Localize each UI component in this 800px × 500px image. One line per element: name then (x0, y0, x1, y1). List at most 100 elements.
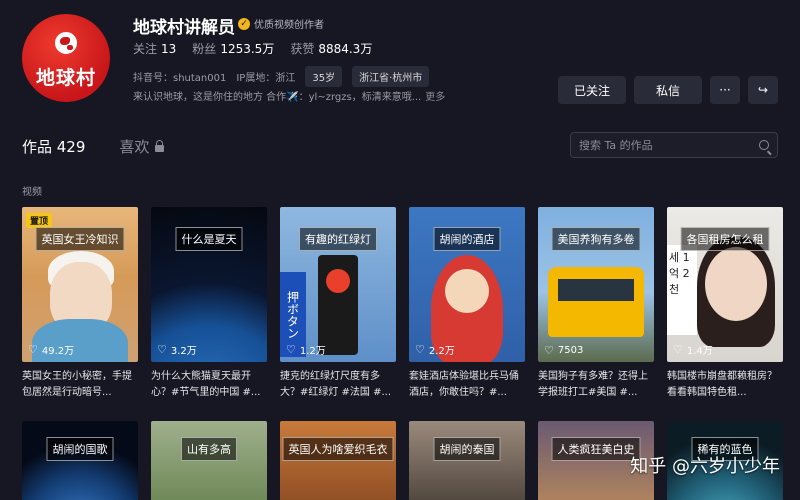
like-count: ♡ 1.4万 (673, 342, 713, 357)
like-count-value: 1.2万 (299, 346, 326, 357)
more-options-button[interactable]: ··· (710, 76, 740, 104)
location-tag: 浙江省·杭州市 (352, 66, 430, 87)
stat-likes: 获赞 8884.3万 (290, 40, 372, 57)
video-card[interactable]: 胡闹的酒店 ♡ 2.2万 套娃酒店体验堪比兵马俑酒店，你敢住吗？#... (409, 207, 525, 401)
thumbnail-art (705, 247, 767, 321)
like-count: ♡ 1.2万 (286, 342, 326, 357)
video-card[interactable]: 山有多高 (151, 421, 267, 500)
video-thumbnail[interactable]: 胡闹的国歌 (22, 421, 138, 500)
video-card[interactable]: 置顶 英国女王冷知识 ♡ 49.2万 英国女王的小秘密，手提包居然是行动暗号... (22, 207, 138, 401)
works-search (570, 132, 778, 158)
check-badge-icon: ✓ (238, 17, 250, 30)
video-thumbnail[interactable]: 세 1억 2천 各国租房怎么租 ♡ 1.4万 (667, 207, 783, 362)
tab-likes-label: 喜欢 (119, 138, 150, 156)
pinned-badge: 置顶 (26, 213, 53, 228)
profile-tabs: 作品 429 喜欢 (22, 136, 165, 157)
video-thumbnail[interactable]: 山有多高 (151, 421, 267, 500)
search-icon[interactable] (759, 140, 769, 150)
bio-more-link[interactable]: 更多 (425, 92, 445, 103)
video-thumbnail[interactable]: 置顶 英国女王冷知识 ♡ 49.2万 (22, 207, 138, 362)
like-count-value: 7503 (557, 345, 584, 356)
video-title[interactable]: 英国女王的小秘密，手提包居然是行动暗号... (22, 369, 138, 401)
heart-icon: ♡ (673, 343, 683, 356)
stat-following-value: 13 (161, 42, 177, 56)
video-card[interactable]: 胡闹的国歌 (22, 421, 138, 500)
thumbnail-art (445, 269, 489, 313)
followed-button[interactable]: 已关注 (558, 76, 626, 104)
thumbnail-art (548, 267, 644, 337)
ip-location: IP属地：浙江 (236, 73, 296, 84)
share-button[interactable]: ↪ (748, 76, 778, 104)
stat-following-label: 关注 (133, 42, 158, 56)
thumbnail-caption: 有趣的红绿灯 (299, 227, 377, 251)
video-title[interactable]: 捷克的红绿灯尺度有多大？#红绿灯 #法国 #... (280, 369, 396, 401)
thumbnail-caption: 胡闹的酒店 (433, 227, 501, 251)
message-button[interactable]: 私信 (634, 76, 702, 104)
video-card[interactable]: 英国人为啥爱织毛衣 (280, 421, 396, 500)
thumbnail-caption: 胡闹的国歌 (46, 437, 114, 461)
section-label-videos: 视频 (22, 187, 42, 198)
thumbnail-caption: 英国女王冷知识 (35, 227, 125, 251)
stat-followers-label: 粉丝 (192, 42, 217, 56)
video-thumbnail[interactable]: 英国人为啥爱织毛衣 (280, 421, 396, 500)
creator-badge-label: 优质视频创作者 (254, 20, 324, 31)
thumbnail-paper: 세 1억 2천 (667, 245, 697, 335)
heart-icon: ♡ (28, 343, 38, 356)
age-tag: 35岁 (305, 66, 343, 87)
thumbnail-caption: 山有多高 (181, 437, 237, 461)
avatar[interactable]: 地球村 (22, 14, 110, 102)
stat-likes-label: 获赞 (290, 42, 315, 56)
video-title[interactable]: 为什么大熊猫夏天最开心？#节气里的中国 #... (151, 369, 267, 401)
lock-icon (155, 140, 165, 152)
like-count: ♡ 7503 (544, 344, 583, 357)
video-thumbnail[interactable]: 美国养狗有多卷 ♡ 7503 (538, 207, 654, 362)
heart-icon: ♡ (286, 343, 296, 356)
video-card[interactable]: 押ボタン 有趣的红绿灯 ♡ 1.2万 捷克的红绿灯尺度有多大？#红绿灯 #法国 #… (280, 207, 396, 401)
thumbnail-art (326, 269, 350, 293)
thumbnail-caption: 胡闹的泰国 (433, 437, 501, 461)
profile-bio: 来认识地球，这是你住的地方 合作✈️：yl~zrgzs，标清来意哦... 更多 (133, 88, 445, 103)
video-title[interactable]: 韩国楼市崩盘都赖租房？看看韩国特色租... (667, 369, 783, 401)
avatar-logo-text: 地球村 (35, 67, 96, 89)
like-count: ♡ 2.2万 (415, 342, 455, 357)
thumbnail-art (558, 279, 634, 301)
tab-likes[interactable]: 喜欢 (119, 136, 165, 157)
search-input[interactable] (579, 138, 749, 152)
stat-following[interactable]: 关注 13 (133, 40, 176, 57)
thumbnail-caption: 什么是夏天 (175, 227, 243, 251)
like-count: ♡ 3.2万 (157, 342, 197, 357)
tab-works[interactable]: 作品 429 (22, 136, 85, 157)
like-count-value: 2.2万 (428, 346, 455, 357)
heart-icon: ♡ (157, 343, 167, 356)
like-count-value: 49.2万 (41, 346, 75, 357)
stat-likes-value: 8884.3万 (318, 42, 373, 56)
video-title[interactable]: 美国狗子有多难？还得上学报班打工#美国 #... (538, 369, 654, 401)
stat-followers[interactable]: 粉丝 1253.5万 (192, 40, 274, 57)
like-count-value: 3.2万 (170, 346, 197, 357)
video-card[interactable]: 胡闹的泰国 (409, 421, 525, 500)
douyin-id: 抖音号：shutan001 (133, 73, 227, 84)
video-title[interactable]: 套娃酒店体验堪比兵马俑酒店，你敢住吗？#... (409, 369, 525, 401)
video-card[interactable]: 세 1억 2천 各国租房怎么租 ♡ 1.4万 韩国楼市崩盘都赖租房？看看韩国特色租… (667, 207, 783, 401)
profile-actions: 已关注 私信 ··· ↪ (558, 76, 778, 104)
video-thumbnail[interactable]: 胡闹的酒店 ♡ 2.2万 (409, 207, 525, 362)
profile-stats: 关注 13 粉丝 1253.5万 获赞 8884.3万 (133, 40, 372, 57)
video-thumbnail[interactable]: 什么是夏天 ♡ 3.2万 (151, 207, 267, 362)
profile-meta: 抖音号：shutan001 IP属地：浙江 35岁 浙江省·杭州市 (133, 66, 430, 87)
like-count: ♡ 49.2万 (28, 342, 74, 357)
share-icon: ↪ (757, 83, 769, 97)
thumbnail-caption: 美国养狗有多卷 (551, 227, 641, 251)
video-thumbnail[interactable]: 押ボタン 有趣的红绿灯 ♡ 1.2万 (280, 207, 396, 362)
like-count-value: 1.4万 (686, 346, 713, 357)
heart-icon: ♡ (415, 343, 425, 356)
thumbnail-caption: 英国人为啥爱织毛衣 (282, 437, 394, 461)
video-thumbnail[interactable]: 胡闹的泰国 (409, 421, 525, 500)
profile-name: 地球村讲解员 (133, 18, 235, 38)
thumbnail-caption: 人类疯狂美白史 (551, 437, 641, 461)
creator-badge: ✓ 优质视频创作者 (238, 16, 324, 31)
video-card[interactable]: 什么是夏天 ♡ 3.2万 为什么大熊猫夏天最开心？#节气里的中国 #... (151, 207, 267, 401)
thumbnail-caption: 各国租房怎么租 (680, 227, 770, 251)
video-card[interactable]: 美国养狗有多卷 ♡ 7503 美国狗子有多难？还得上学报班打工#美国 #... (538, 207, 654, 401)
heart-icon: ♡ (544, 344, 554, 357)
stat-followers-value: 1253.5万 (220, 42, 275, 56)
